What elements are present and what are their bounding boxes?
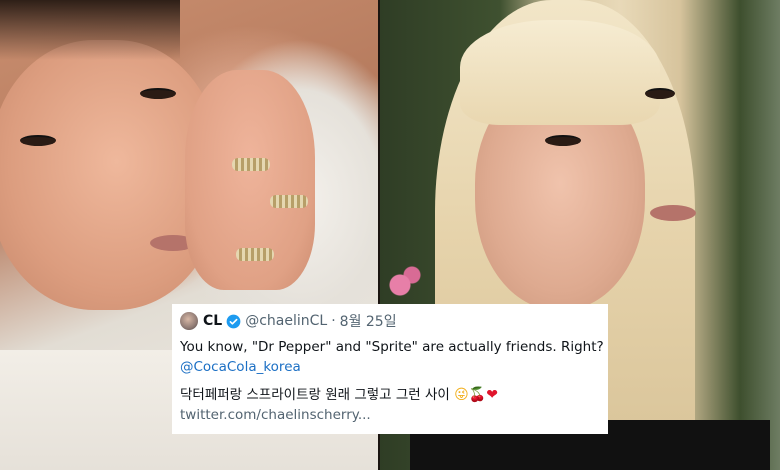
- cherries-emoji: 🍒: [468, 387, 487, 403]
- ring-2: [270, 195, 308, 208]
- tweet-date[interactable]: 8월 25일: [340, 311, 397, 331]
- verified-badge-icon: [226, 314, 241, 328]
- winking-face-emoji: 😜: [454, 387, 469, 403]
- korean-text: 닥터페퍼랑 스프라이트랑 원래 그렇고 그런 사이: [180, 387, 450, 403]
- red-heart-emoji: ❤: [486, 387, 498, 403]
- eye-left-1: [20, 135, 56, 146]
- tweet-card[interactable]: CL @chaelinCL · 8월 25일 You know, "Dr Pep…: [172, 304, 608, 434]
- eye-right-1: [545, 135, 581, 146]
- tweet-korean-line: 닥터페퍼랑 스프라이트랑 원래 그렇고 그런 사이 😜🍒❤: [180, 385, 600, 405]
- display-name[interactable]: CL: [203, 313, 222, 329]
- lips-right: [650, 205, 696, 221]
- separator-dot: ·: [331, 313, 336, 329]
- eye-right-2: [645, 88, 675, 99]
- ring-1: [232, 158, 270, 171]
- flowers: [380, 260, 425, 310]
- bangs: [460, 20, 660, 125]
- handle[interactable]: @chaelinCL: [245, 313, 327, 329]
- tweet-header: CL @chaelinCL · 8월 25일: [180, 310, 600, 332]
- hair-left: [0, 0, 180, 60]
- avatar[interactable]: [180, 312, 198, 330]
- mention-link[interactable]: @CocaCola_korea: [180, 357, 600, 377]
- ring-3: [236, 248, 274, 261]
- tweet-text-line-1: You know, "Dr Pepper" and "Sprite" are a…: [180, 339, 604, 355]
- eye-left-2: [140, 88, 176, 99]
- tweet-link[interactable]: twitter.com/chaelinscherry...: [180, 405, 600, 425]
